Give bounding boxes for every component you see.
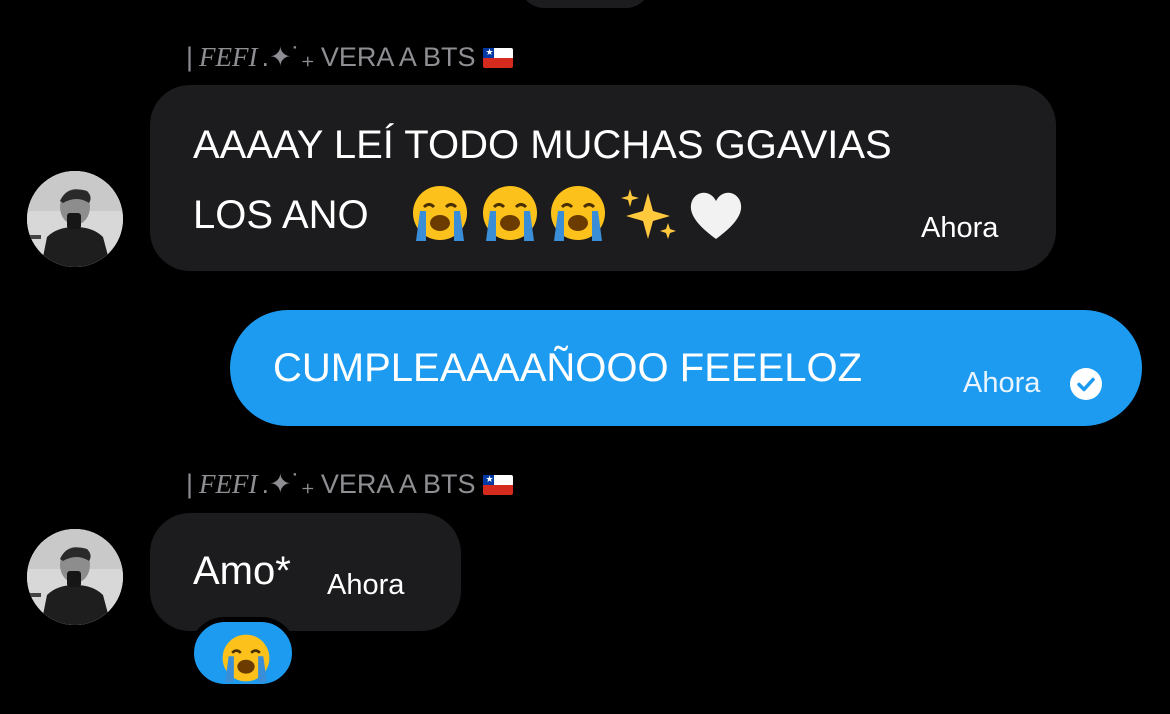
loudly-crying-face <box>222 634 270 683</box>
message-bubble-incoming[interactable]: Amo* Ahora <box>150 513 461 631</box>
message-text-line-2: LOS ANO <box>193 193 369 237</box>
loudly-crying-face <box>551 186 605 241</box>
chat-screen: | FEFI .✦˙₊ VERA A BTS AAAAY LEÍ TODO MU… <box>0 0 1170 714</box>
avatar[interactable] <box>27 529 123 625</box>
loudly-crying-face <box>413 186 467 241</box>
white-heart <box>690 192 742 239</box>
message-text: CUMPLEAAAAÑOOO FEEELOZ <box>273 346 863 390</box>
loudly-crying-face <box>483 186 537 241</box>
sparkles-emoji <box>621 189 676 239</box>
message-text-line-1: AAAAY LEÍ TODO MUCHAS GGAVIAS <box>193 123 892 167</box>
message-bubble-incoming[interactable]: AAAAY LEÍ TODO MUCHAS GGAVIAS LOS ANO Ah… <box>150 85 1056 271</box>
message-bubble-outgoing[interactable]: CUMPLEAAAAÑOOO FEEELOZ Ahora <box>230 310 1142 426</box>
avatar-photo <box>27 171 123 267</box>
sender-label: | FEFI .✦˙₊ VERA A BTS <box>186 42 514 73</box>
sender-divider: | <box>186 469 194 499</box>
sender-divider: | <box>186 42 194 72</box>
sender-label: | FEFI .✦˙₊ VERA A BTS <box>186 469 514 500</box>
sender-sparkle: .✦˙₊ <box>261 42 315 72</box>
sender-name: FEFI <box>199 469 258 499</box>
previous-message-bubble[interactable] <box>520 0 650 8</box>
chile-flag-icon <box>483 46 514 68</box>
sender-sparkle: .✦˙₊ <box>261 469 315 499</box>
message-reaction[interactable] <box>189 617 297 689</box>
avatar[interactable] <box>27 171 123 267</box>
sender-name: FEFI <box>199 42 258 72</box>
chile-flag-icon <box>483 473 514 495</box>
message-emoji-row <box>413 186 742 241</box>
avatar-photo <box>27 529 123 625</box>
message-timestamp: Ahora <box>963 367 1041 399</box>
sent-check-icon <box>1070 368 1102 400</box>
sender-status: VERA A BTS <box>320 469 476 499</box>
message-timestamp: Ahora <box>327 569 405 601</box>
message-timestamp: Ahora <box>921 212 999 244</box>
sender-status: VERA A BTS <box>320 42 476 72</box>
message-text: Amo* <box>193 549 291 593</box>
